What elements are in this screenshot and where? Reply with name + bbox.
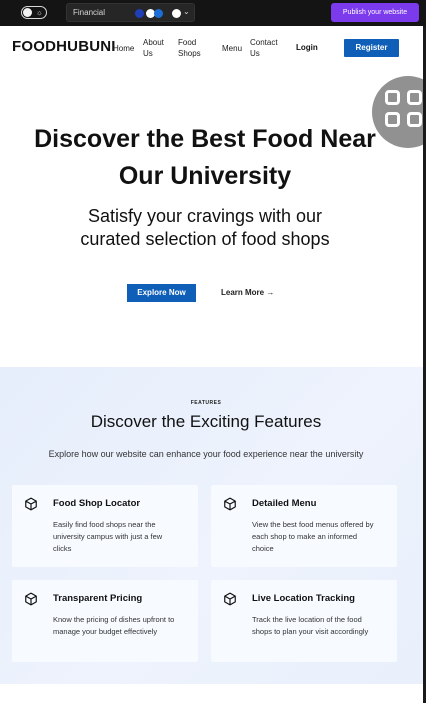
nav-link-home[interactable]: Home <box>113 43 137 54</box>
feature-card: Detailed Menu View the best food menus o… <box>211 485 397 567</box>
nav-link-food-shops[interactable]: Food Shops <box>178 37 206 59</box>
feature-card-description: View the best food menus offered by each… <box>252 520 374 553</box>
feature-card-description: Know the pricing of dishes upfront to ma… <box>53 615 175 636</box>
chevron-down-icon: ⌄ <box>183 7 190 16</box>
box-icon <box>25 592 37 606</box>
box-icon <box>224 497 236 511</box>
features-section: FEATURES Discover the Exciting Features … <box>0 367 423 684</box>
publish-button[interactable]: Publish your website <box>331 3 419 22</box>
feature-card-title: Transparent Pricing <box>53 593 143 604</box>
grid-cell <box>407 112 422 127</box>
hero-title: Discover the Best Food Near Our Universi… <box>34 125 376 190</box>
hero-subtitle: Satisfy your cravings with our curated s… <box>80 206 330 249</box>
feature-card: Live Location Tracking Track the live lo… <box>211 580 397 662</box>
editor-toolbar: ☼ Financial ⌄ Publish your website <box>0 0 426 26</box>
feature-card-title: Live Location Tracking <box>252 593 355 604</box>
features-description: Explore how our website can enhance your… <box>48 449 364 459</box>
theme-name: Financial <box>73 8 106 17</box>
box-icon <box>224 592 236 606</box>
dark-mode-toggle[interactable]: ☼ <box>21 6 47 19</box>
explore-now-button[interactable]: Explore Now <box>127 284 196 302</box>
feature-card: Transparent Pricing Know the pricing of … <box>12 580 198 662</box>
sun-icon: ☼ <box>35 8 43 17</box>
grid-cell <box>385 90 400 105</box>
feature-card-description: Easily find food shops near the universi… <box>53 520 163 553</box>
feature-card-title: Food Shop Locator <box>53 498 141 509</box>
nav-link-about[interactable]: About Us <box>143 37 169 59</box>
color-swatch <box>154 9 163 18</box>
feature-card-description: Track the live location of the food shop… <box>252 615 369 636</box>
features-title: Discover the Exciting Features <box>90 412 322 431</box>
feature-card: Food Shop Locator Easily find food shops… <box>12 485 198 567</box>
nav-link-contact[interactable]: Contact Us <box>250 37 282 59</box>
grid-cell <box>407 90 422 105</box>
color-swatch <box>172 9 181 18</box>
site-logo[interactable]: FOODHUBUNI <box>12 38 116 55</box>
site-nav: FOODHUBUNI Home About Us Food Shops Menu… <box>0 26 426 70</box>
login-link[interactable]: Login <box>296 43 318 52</box>
box-icon <box>25 497 37 511</box>
learn-more-link[interactable]: Learn More → <box>221 288 274 297</box>
color-swatch <box>135 9 144 18</box>
features-eyebrow: FEATURES <box>190 400 222 406</box>
nav-link-menu[interactable]: Menu <box>222 43 246 54</box>
theme-select[interactable]: Financial ⌄ <box>66 3 195 22</box>
register-button[interactable]: Register <box>344 39 399 57</box>
feature-card-title: Detailed Menu <box>252 498 317 509</box>
toggle-knob <box>23 8 32 17</box>
